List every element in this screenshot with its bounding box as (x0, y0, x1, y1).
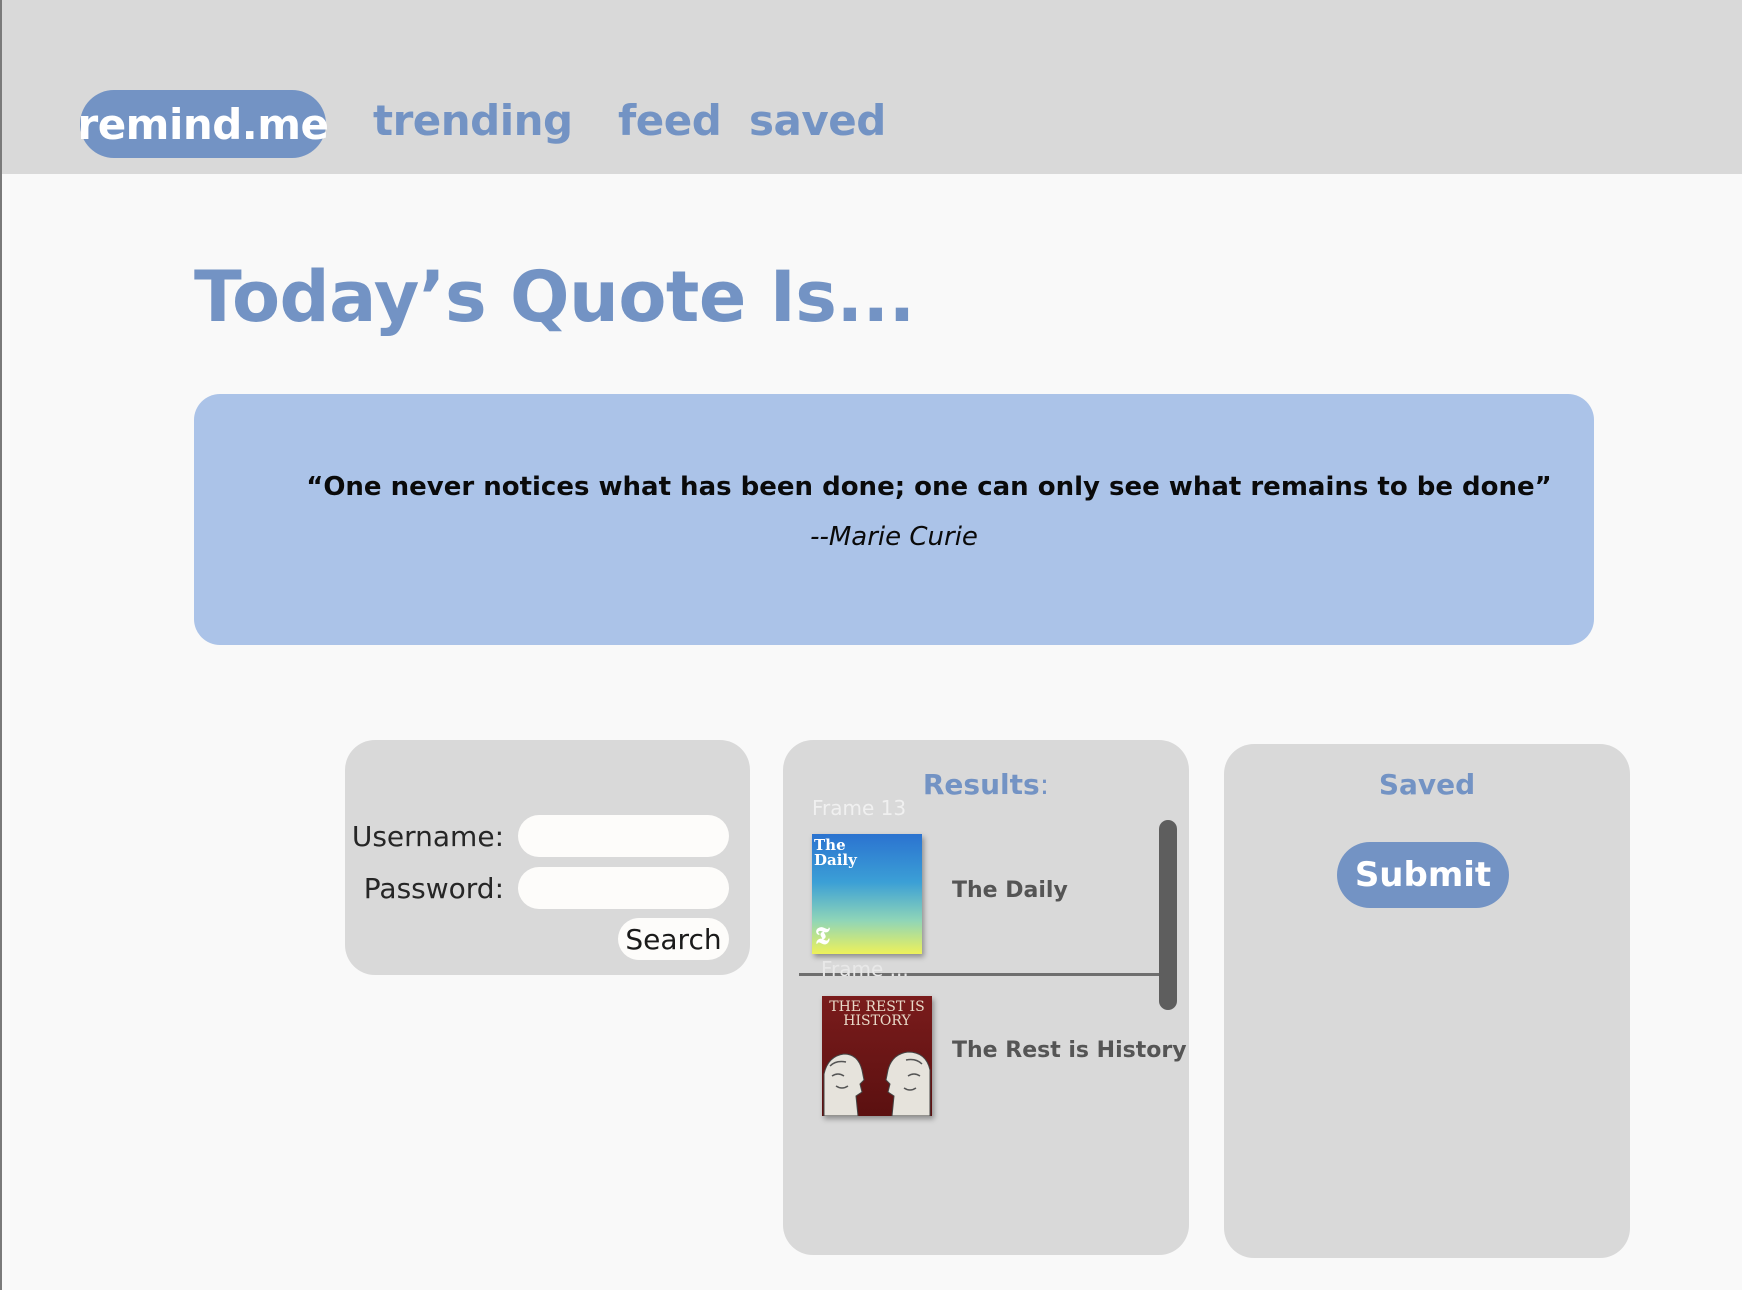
nav-saved-link[interactable]: saved (749, 96, 886, 145)
page: remind.me trending feed saved Today’s Qu… (0, 0, 1742, 1290)
username-input[interactable] (518, 815, 729, 857)
top-nav-bar: remind.me trending feed saved (2, 0, 1742, 174)
result-item-title: The Rest is History (952, 1038, 1187, 1063)
page-title: Today’s Quote Is... (194, 256, 915, 338)
nav-feed-link[interactable]: feed (618, 96, 722, 145)
result-item-title: The Daily (952, 878, 1068, 903)
rest-is-history-cover-image: THE REST IS HISTORY (822, 996, 932, 1116)
username-label: Username: (351, 820, 504, 853)
password-input[interactable] (518, 867, 729, 909)
result-item-rest-is-history[interactable]: THE REST IS HISTORY The Rest is History (783, 994, 1189, 1116)
submit-button[interactable]: Submit (1337, 842, 1509, 908)
login-panel: Username: Password: Search (345, 740, 750, 975)
nyt-logo-icon: 𝕿 (815, 921, 830, 950)
results-title-text: Results (922, 768, 1040, 801)
results-title-colon: : (1039, 768, 1050, 801)
nav-trending-link[interactable]: trending (373, 96, 573, 145)
brand-logo-button[interactable]: remind.me (77, 90, 329, 158)
the-daily-cover-image: The Daily 𝕿 (812, 834, 922, 954)
saved-panel: Saved Submit (1224, 744, 1630, 1258)
search-button[interactable]: Search (618, 918, 729, 960)
quote-author: --Marie Curie (810, 522, 978, 552)
statue-heads-icon (823, 1051, 931, 1116)
results-panel: Results: Frame 13 The Daily 𝕿 The Daily … (783, 740, 1189, 1255)
results-scrollbar[interactable] (1159, 820, 1177, 1010)
frame-label-truncated: Frame ... (821, 957, 909, 981)
quote-card: “One never notices what has been done; o… (194, 394, 1594, 645)
result-item-the-daily[interactable]: The Daily 𝕿 The Daily (783, 834, 1189, 954)
rest-is-history-cover-text: THE REST IS HISTORY (829, 999, 925, 1029)
saved-title: Saved (1378, 768, 1476, 801)
the-daily-cover-text: The Daily (814, 836, 857, 869)
quote-text: “One never notices what has been done; o… (306, 472, 1552, 502)
frame-label: Frame 13 (812, 796, 907, 820)
password-label: Password: (363, 872, 504, 905)
